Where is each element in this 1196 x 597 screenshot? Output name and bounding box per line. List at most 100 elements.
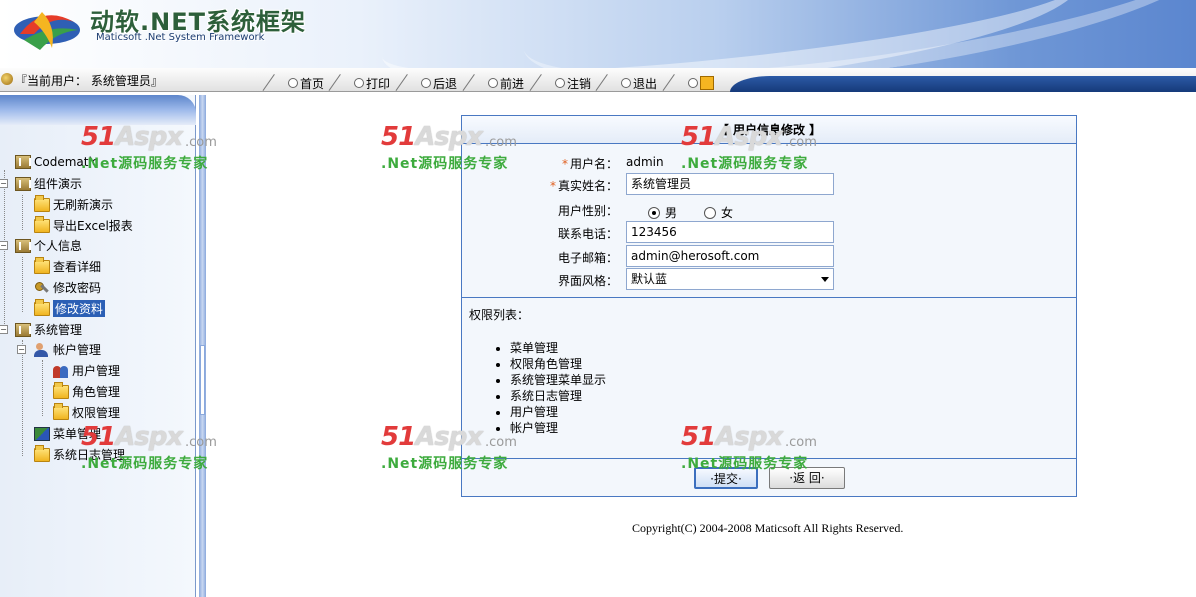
tree-item-label[interactable]: Codematic xyxy=(34,155,98,169)
tree-item-codematic[interactable]: Codematic xyxy=(15,155,98,169)
watermark-51: 51 xyxy=(381,122,416,152)
nav-bullet-icon xyxy=(488,78,498,88)
tree-item-label[interactable]: 无刷新演示 xyxy=(53,196,113,213)
tree-item-components[interactable]: 组件演示 xyxy=(15,175,82,192)
tree-item-edit-profile[interactable]: 修改资料 xyxy=(34,298,106,317)
user-icon xyxy=(34,342,50,357)
permissions-section: 权限列表： 菜单管理 权限角色管理 系统管理菜单显示 系统日志管理 用户管理 帐… xyxy=(462,297,1076,459)
tree-item-label[interactable]: 导出Excel报表 xyxy=(53,217,133,234)
book-icon xyxy=(15,176,31,191)
tree-item-label[interactable]: 个人信息 xyxy=(34,237,82,254)
tree-collapse-toggle[interactable]: − xyxy=(0,325,8,334)
style-select[interactable]: 默认蓝 xyxy=(626,268,834,290)
tree-collapse-toggle[interactable]: − xyxy=(0,179,8,188)
sidebar-header xyxy=(0,95,196,125)
tree-item-label[interactable]: 角色管理 xyxy=(72,383,120,400)
tree-item-user-admin[interactable]: 用户管理 xyxy=(53,362,120,379)
tree-item-change-password[interactable]: 修改密码 xyxy=(34,279,101,296)
radio-unchecked-icon[interactable] xyxy=(704,206,716,219)
nav-logout-label[interactable]: 注销 xyxy=(567,75,591,92)
gender-female-radio[interactable]: 女 xyxy=(704,204,733,221)
nav-print-label[interactable]: 打印 xyxy=(366,75,390,92)
nav-extra[interactable] xyxy=(670,74,714,92)
permissions-title: 权限列表： xyxy=(469,308,530,322)
tree-item-menu-admin[interactable]: 菜单管理 xyxy=(34,425,101,442)
nav-home[interactable]: 首页 xyxy=(270,74,324,92)
realname-field[interactable]: 系统管理员 xyxy=(626,173,834,195)
dropdown-arrow-icon[interactable] xyxy=(821,277,829,282)
nav-forward-label[interactable]: 前进 xyxy=(500,75,524,92)
tree-item-view-details[interactable]: 查看详细 xyxy=(34,256,101,275)
splitter-handle[interactable] xyxy=(200,345,205,415)
back-button[interactable]: ·返 回· xyxy=(769,467,845,489)
folder-icon xyxy=(34,215,50,233)
tree-item-label[interactable]: 组件演示 xyxy=(34,175,82,192)
tree-item-personal-info[interactable]: 个人信息 xyxy=(15,237,82,254)
phone-label: 联系电话： xyxy=(557,227,618,241)
tree-item-label[interactable]: 菜单管理 xyxy=(53,425,101,442)
tree-item-account-admin[interactable]: 帐户管理 xyxy=(34,341,101,358)
copyright-text: Copyright(C) 2004-2008 Maticsoft All Rig… xyxy=(632,521,904,535)
nav-bullet-icon xyxy=(555,78,565,88)
tree-item-ajax-demo[interactable]: 无刷新演示 xyxy=(34,194,113,213)
list-item: 系统日志管理 xyxy=(510,388,606,404)
submit-button[interactable]: ·提交· xyxy=(694,467,758,489)
nav-separator xyxy=(603,74,621,92)
gender-male-label: 男 xyxy=(665,206,678,220)
tree-item-label[interactable]: 修改密码 xyxy=(53,279,101,296)
nav-separator xyxy=(336,74,354,92)
radio-checked-icon[interactable] xyxy=(648,206,660,219)
nav-separator xyxy=(670,74,688,92)
list-item: 权限角色管理 xyxy=(510,356,606,372)
list-item: 菜单管理 xyxy=(510,340,606,356)
tree-item-label-selected[interactable]: 修改资料 xyxy=(53,300,106,317)
tree-item-label[interactable]: 用户管理 xyxy=(72,362,120,379)
tree-item-role-admin[interactable]: 角色管理 xyxy=(53,381,120,400)
nav-back-label[interactable]: 后退 xyxy=(433,75,457,92)
tree-item-label[interactable]: 系统管理 xyxy=(34,321,82,338)
tree-collapse-toggle[interactable]: − xyxy=(17,345,26,354)
nav-forward[interactable]: 前进 xyxy=(470,74,524,92)
tree-item-label[interactable]: 权限管理 xyxy=(72,404,120,421)
email-field[interactable]: admin@herosoft.com xyxy=(626,245,834,267)
folder-icon xyxy=(53,381,69,399)
tree-item-system-admin[interactable]: 系统管理 xyxy=(15,321,82,338)
list-item: 系统管理菜单显示 xyxy=(510,372,606,388)
folder-icon xyxy=(34,256,50,274)
tree-line xyxy=(22,257,23,312)
tree-item-permission-admin[interactable]: 权限管理 xyxy=(53,402,120,421)
logo-subtitle: Maticsoft .Net System Framework xyxy=(96,32,265,43)
nav-print[interactable]: 打印 xyxy=(336,74,390,92)
book-icon xyxy=(15,322,31,337)
nav-separator xyxy=(270,74,288,92)
nav-exit-label[interactable]: 退出 xyxy=(633,75,657,92)
folder-icon xyxy=(34,298,50,316)
folder-icon xyxy=(53,402,69,420)
header-banner: 动软.NET系统框架 Maticsoft .Net System Framewo… xyxy=(0,0,1196,68)
tree-item-label[interactable]: 系统日志管理 xyxy=(53,446,125,463)
current-user-label: 『当前用户： 系统管理员』 xyxy=(15,74,163,88)
nav-exit[interactable]: 退出 xyxy=(603,74,657,92)
tree-item-label[interactable]: 查看详细 xyxy=(53,258,101,275)
realname-label-text: 真实姓名： xyxy=(557,179,618,193)
tree-item-label[interactable]: 帐户管理 xyxy=(53,341,101,358)
lock-icon[interactable] xyxy=(700,76,714,90)
tree-line xyxy=(22,340,23,456)
menu-icon xyxy=(34,426,50,441)
tree-collapse-toggle[interactable]: − xyxy=(0,241,8,250)
phone-field[interactable]: 123456 xyxy=(626,221,834,243)
gender-label: 用户性别： xyxy=(557,204,618,218)
sidebar-splitter[interactable] xyxy=(199,95,206,597)
list-item: 用户管理 xyxy=(510,404,606,420)
nav-logout[interactable]: 注销 xyxy=(537,74,591,92)
user-avatar-icon xyxy=(1,73,13,85)
logo-icon xyxy=(14,12,80,50)
watermark-51: 51 xyxy=(381,422,416,452)
nav-home-label[interactable]: 首页 xyxy=(300,75,324,92)
tree-item-export-excel[interactable]: 导出Excel报表 xyxy=(34,215,133,234)
nav-separator xyxy=(470,74,488,92)
gender-male-radio[interactable]: 男 xyxy=(648,204,677,221)
required-mark: * xyxy=(549,179,556,193)
nav-back[interactable]: 后退 xyxy=(403,74,457,92)
tree-item-system-log[interactable]: 系统日志管理 xyxy=(34,444,125,463)
